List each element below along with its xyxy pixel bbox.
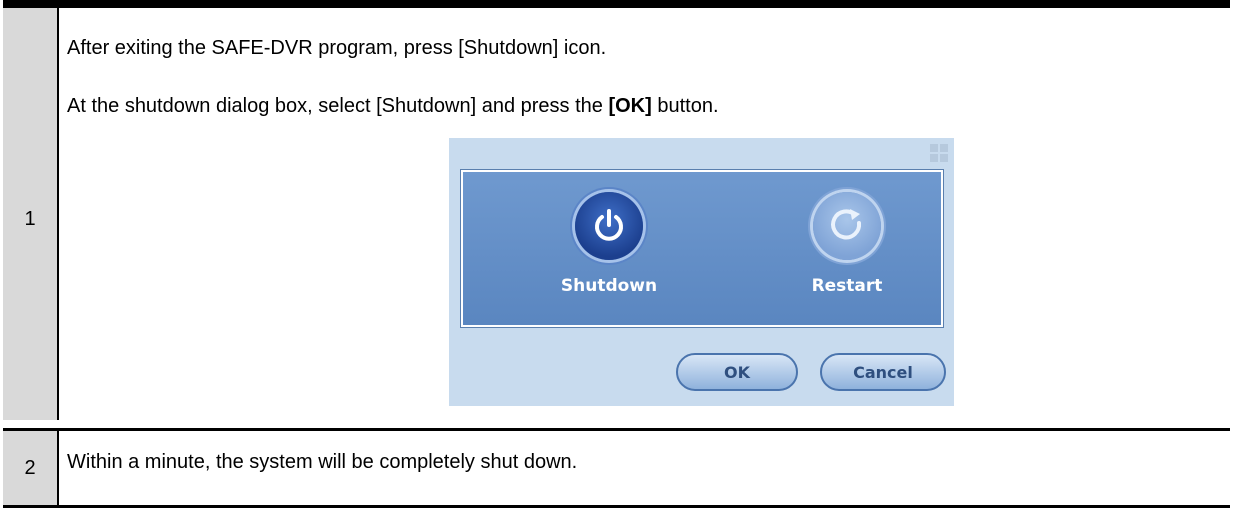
ok-reference: [OK] — [608, 95, 652, 117]
shutdown-option[interactable]: Shutdown — [549, 192, 669, 296]
step-text-part: At the shutdown dialog box, select [Shut… — [67, 95, 609, 117]
step-content: After exiting the SAFE-DVR program, pres… — [59, 8, 1230, 420]
shutdown-label: Shutdown — [560, 276, 658, 296]
power-icon[interactable] — [575, 192, 643, 260]
restart-option[interactable]: Restart — [787, 192, 907, 296]
ok-button[interactable]: OK — [676, 353, 798, 391]
instruction-page: 1 After exiting the SAFE-DVR program, pr… — [3, 0, 1230, 508]
step-content: Within a minute, the system will be comp… — [59, 431, 1230, 505]
step-number: 1 — [3, 8, 59, 420]
shutdown-dialog: Shutdown Restart OK Cancel — [449, 138, 954, 406]
shutdown-options-panel: Shutdown Restart — [461, 170, 943, 327]
restart-icon[interactable] — [813, 192, 881, 260]
step-row-2: 2 Within a minute, the system will be co… — [3, 431, 1230, 505]
step-row-1: 1 After exiting the SAFE-DVR program, pr… — [3, 8, 1230, 420]
step-text: After exiting the SAFE-DVR program, pres… — [67, 37, 607, 59]
step-text-part: button. — [651, 95, 719, 117]
step-text: Within a minute, the system will be comp… — [67, 451, 578, 473]
cancel-button[interactable]: Cancel — [820, 353, 946, 391]
step-text: At the shutdown dialog box, select [Shut… — [67, 95, 719, 118]
top-rule — [3, 0, 1230, 8]
resize-grip-icon — [930, 144, 948, 162]
restart-label: Restart — [811, 276, 883, 296]
step-number: 2 — [3, 431, 59, 505]
